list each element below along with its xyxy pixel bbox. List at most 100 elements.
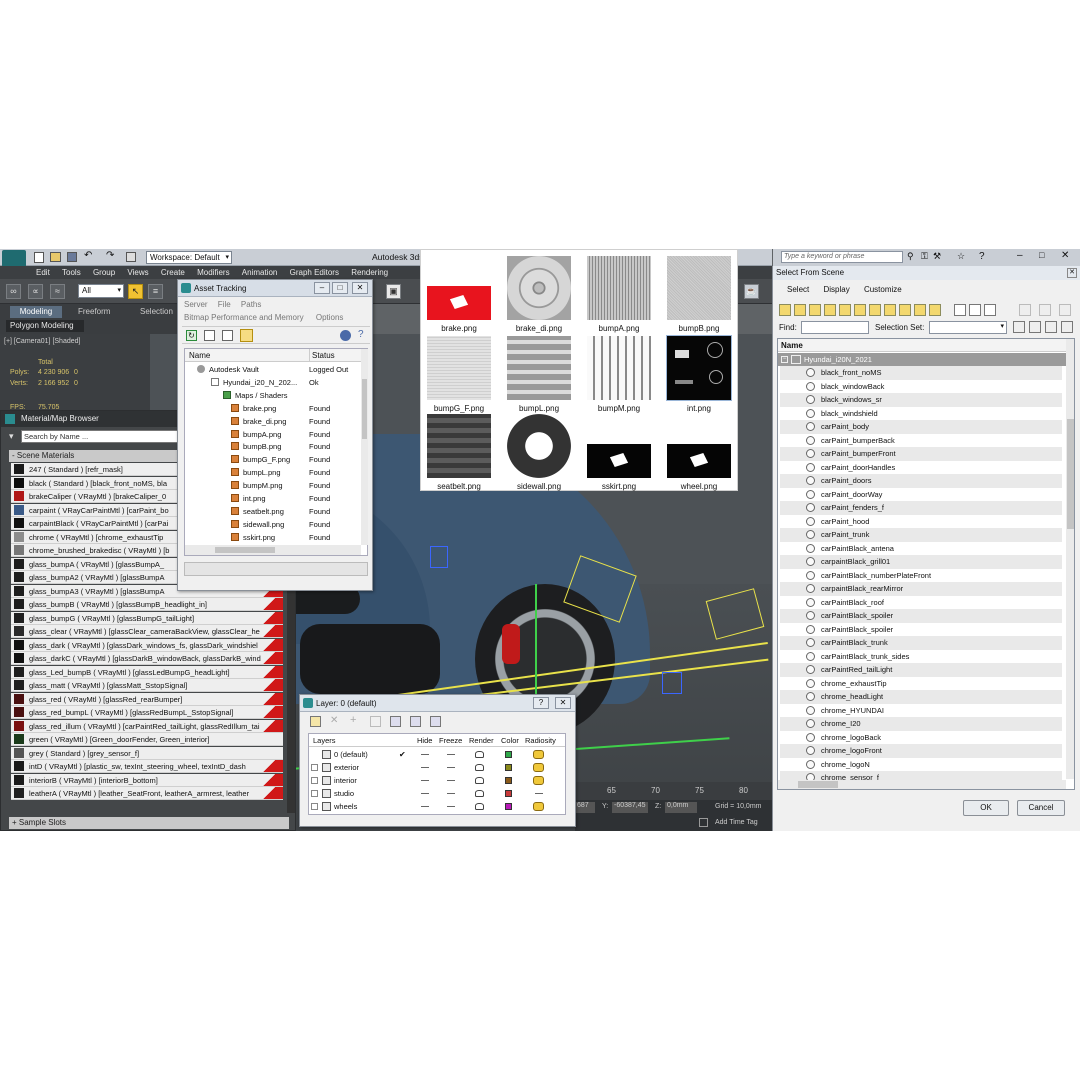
star-icon[interactable]: ☆	[957, 251, 965, 262]
scene-object-item[interactable]: black_windshield	[780, 406, 1062, 420]
object-visibility-icon[interactable]	[806, 516, 815, 526]
timeline-ruler[interactable]: 65 70 75 80	[575, 782, 772, 800]
radiosity-toggle-icon[interactable]	[533, 763, 544, 772]
cancel-button[interactable]: Cancel	[1017, 800, 1065, 816]
spacewarps-filter-icon[interactable]	[854, 304, 866, 316]
menu-graph-editors[interactable]: Graph Editors	[290, 266, 339, 279]
binoculars-icon[interactable]: ⚲	[907, 251, 914, 262]
select-all-icon[interactable]	[954, 304, 966, 316]
asset-grid-vscroll[interactable]	[361, 349, 368, 545]
expand-icon[interactable]	[311, 803, 318, 810]
minimize-button[interactable]: –	[314, 282, 330, 294]
link-icon[interactable]: ∞	[6, 284, 21, 299]
hide-toggle-icon[interactable]	[421, 806, 429, 807]
material-list-item[interactable]: glass_bumpG ( VRayMtl ) [glassBumpG_tail…	[11, 611, 283, 625]
hide-toggle-icon[interactable]	[421, 780, 429, 781]
selection-set-dropdown[interactable]: ▾	[929, 321, 1007, 334]
cameras-filter-icon[interactable]	[824, 304, 836, 316]
close-button[interactable]: ✕	[352, 282, 368, 294]
object-visibility-icon[interactable]	[806, 422, 815, 431]
xrefs-filter-icon[interactable]	[884, 304, 896, 316]
select-by-name-icon[interactable]: ≡	[148, 284, 163, 299]
scene-tree-hscroll[interactable]	[778, 780, 1066, 789]
scene-object-item[interactable]: carPaint_body	[780, 420, 1062, 434]
col-status[interactable]: Status	[309, 349, 335, 362]
object-visibility-icon[interactable]	[806, 678, 815, 688]
table-view-icon[interactable]	[240, 329, 253, 342]
bones-filter-icon[interactable]	[899, 304, 911, 316]
scene-object-item[interactable]: carPaint_doorHandles	[780, 460, 1062, 474]
texture-thumbnail[interactable]	[587, 444, 651, 478]
scene-object-item[interactable]: carPaintBlack_antena	[780, 541, 1062, 555]
hide-toggle-icon[interactable]	[421, 754, 429, 755]
material-list-item[interactable]: glass_red ( VRayMtl ) [glassRed_rearBump…	[11, 692, 283, 706]
object-visibility-icon[interactable]	[806, 381, 815, 391]
menu-paths[interactable]: Paths	[241, 300, 261, 309]
expand-icon[interactable]	[311, 764, 318, 771]
undo-icon[interactable]: ↶	[84, 250, 92, 261]
delete-layer-icon[interactable]: ✕	[330, 715, 338, 726]
freeze-toggle-icon[interactable]	[447, 767, 455, 768]
menu-edit[interactable]: Edit	[36, 266, 50, 279]
asset-row[interactable]: brake_di.png Found	[185, 415, 361, 428]
texture-thumbnail[interactable]	[507, 256, 571, 320]
menu-file[interactable]: File	[218, 300, 231, 309]
close-button[interactable]: ✕	[1061, 250, 1069, 261]
col-name[interactable]: Name	[189, 349, 210, 362]
scene-object-item[interactable]: chrome_logoN	[780, 757, 1062, 771]
tools-icon[interactable]: ⚒	[933, 251, 941, 262]
asset-row[interactable]: bumpM.png Found	[185, 479, 361, 492]
object-visibility-icon[interactable]	[806, 624, 815, 634]
scroll-thumb[interactable]	[1067, 419, 1074, 529]
material-list-item[interactable]: glass_bumpB ( VRayMtl ) [glassBumpB_head…	[11, 598, 283, 611]
close-button[interactable]: ✕	[1067, 268, 1077, 278]
layer-icon[interactable]	[1059, 304, 1071, 316]
scene-object-item[interactable]: chrome_exhaustTip	[780, 676, 1062, 690]
scene-object-item[interactable]: carPaint_bumperBack	[780, 433, 1062, 447]
menu-tools[interactable]: Tools	[62, 266, 81, 279]
menu-bitmap-performance[interactable]: Bitmap Performance and Memory	[184, 313, 304, 322]
object-visibility-icon[interactable]	[806, 638, 815, 647]
maximize-button[interactable]: □	[332, 282, 348, 294]
object-visibility-icon[interactable]	[806, 611, 815, 620]
help-search-input[interactable]: Type a keyword or phrase	[781, 251, 903, 263]
highlight-layer-icon[interactable]	[390, 716, 401, 727]
object-visibility-icon[interactable]	[806, 732, 815, 742]
scene-object-item[interactable]: carPaint_doors	[780, 474, 1062, 488]
select-object-icon[interactable]: ↖	[128, 284, 143, 299]
asset-row[interactable]: sskirt.png Found	[185, 531, 361, 544]
texture-thumbnail[interactable]	[507, 336, 571, 400]
object-visibility-icon[interactable]	[806, 462, 815, 472]
scene-tree-root[interactable]: − Hyundai_i20N_2021	[778, 353, 1066, 366]
object-visibility-icon[interactable]	[806, 759, 815, 769]
radiosity-toggle-icon[interactable]	[535, 793, 543, 794]
scroll-thumb[interactable]	[798, 781, 838, 788]
select-invert-icon[interactable]	[984, 304, 996, 316]
list-view-icon[interactable]	[204, 330, 215, 341]
texture-thumbnail[interactable]	[427, 286, 491, 320]
key-icon[interactable]: ⚿	[921, 251, 928, 262]
texture-thumbnail[interactable]	[667, 444, 731, 478]
render-toggle-icon[interactable]	[475, 751, 484, 758]
freeze-toggle-icon[interactable]	[447, 754, 455, 755]
scroll-thumb[interactable]	[215, 547, 275, 553]
save-file-icon[interactable]	[67, 252, 77, 262]
material-list-item[interactable]: interiorB ( VRayMtl ) [interiorB_bottom]	[11, 773, 283, 787]
hide-all-icon[interactable]	[410, 716, 421, 727]
col-freeze[interactable]: Freeze	[439, 734, 462, 747]
lights-filter-icon[interactable]	[809, 304, 821, 316]
layer-row[interactable]: interior	[309, 774, 565, 787]
asset-row[interactable]: bumpL.png Found	[185, 466, 361, 479]
col-color[interactable]: Color	[501, 734, 519, 747]
texture-thumbnail[interactable]	[427, 414, 491, 478]
frozen-filter-icon[interactable]	[929, 304, 941, 316]
minimize-button[interactable]: –	[1017, 250, 1023, 261]
find-input[interactable]	[801, 321, 869, 334]
render-toggle-icon[interactable]	[475, 803, 484, 810]
object-visibility-icon[interactable]	[806, 368, 815, 377]
expand-icon[interactable]	[311, 777, 318, 784]
render-toggle-icon[interactable]	[475, 777, 484, 784]
asset-row[interactable]: Autodesk Vault Logged Out	[185, 363, 361, 376]
scene-object-item[interactable]: carPaintBlack_numberPlateFront	[780, 568, 1062, 582]
refresh-icon[interactable]: ↻	[186, 330, 197, 341]
